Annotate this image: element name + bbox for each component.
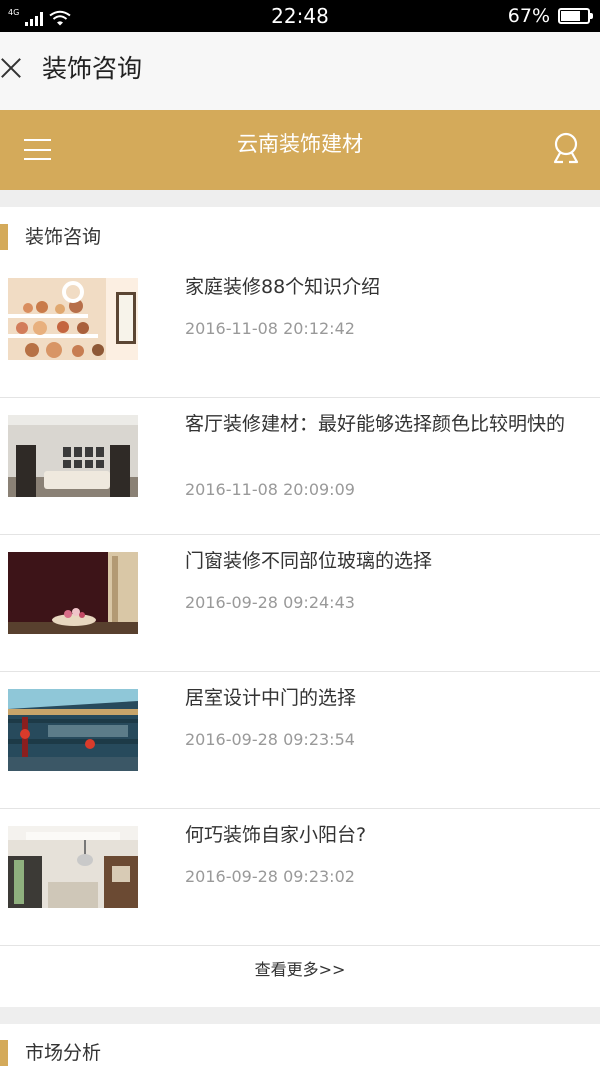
news-title: 何巧装饰自家小阳台? <box>185 824 367 846</box>
section-accent-bar <box>0 1040 8 1066</box>
news-thumbnail <box>8 415 138 497</box>
news-item[interactable]: 居室设计中门的选择 2016-09-28 09:23:54 <box>0 672 600 809</box>
section-accent-bar <box>0 224 8 250</box>
view-more-link[interactable]: 查看更多>> <box>0 950 600 990</box>
section-header: 装饰咨询 <box>0 224 600 250</box>
news-item[interactable]: 门窗装修不同部位玻璃的选择 2016-09-28 09:24:43 <box>0 535 600 672</box>
news-item[interactable]: 家庭装修88个知识介绍 2016-11-08 20:12:42 <box>0 261 600 398</box>
status-bar: 4G 22:48 67% <box>0 0 600 32</box>
news-date: 2016-11-08 20:12:42 <box>185 319 355 338</box>
news-date: 2016-09-28 09:24:43 <box>185 593 355 612</box>
page-title: 装饰咨询 <box>42 54 143 83</box>
close-icon[interactable] <box>0 57 22 79</box>
battery-group: 67% <box>507 4 593 28</box>
user-icon[interactable] <box>552 132 580 166</box>
news-thumbnail <box>8 552 138 634</box>
site-title: 云南装饰建材 <box>237 132 363 156</box>
news-date: 2016-09-28 09:23:54 <box>185 730 355 749</box>
news-title: 居室设计中门的选择 <box>185 687 357 709</box>
battery-percent: 67% <box>507 5 550 27</box>
news-date: 2016-11-08 20:09:09 <box>185 480 355 499</box>
battery-level <box>561 11 580 21</box>
section-title: 装饰咨询 <box>25 226 102 248</box>
battery-icon <box>558 8 593 24</box>
title-bar: 装饰咨询 <box>0 32 600 110</box>
news-title: 家庭装修88个知识介绍 <box>185 276 381 298</box>
market-section: 市场分析 <box>0 1024 600 1067</box>
news-item[interactable]: 客厅装修建材：最好能够选择颜色比较明快的 2016-11-08 20:09:09 <box>0 398 600 535</box>
news-title: 门窗装修不同部位玻璃的选择 <box>185 550 433 572</box>
news-thumbnail <box>8 278 138 360</box>
news-thumbnail <box>8 826 138 908</box>
news-item[interactable]: 何巧装饰自家小阳台? 2016-09-28 09:23:02 <box>0 809 600 946</box>
news-title: 客厅装修建材：最好能够选择颜色比较明快的 <box>185 413 566 435</box>
section-title: 市场分析 <box>25 1042 102 1064</box>
news-section: 装饰咨询 家庭装修88个知识介绍 2016-11-08 20:12:42 客厅装… <box>0 207 600 1007</box>
news-date: 2016-09-28 09:23:02 <box>185 867 355 886</box>
news-thumbnail <box>8 689 138 771</box>
news-list: 家庭装修88个知识介绍 2016-11-08 20:12:42 客厅装修建材：最… <box>0 261 600 946</box>
app-header: 云南装饰建材 <box>0 110 600 190</box>
